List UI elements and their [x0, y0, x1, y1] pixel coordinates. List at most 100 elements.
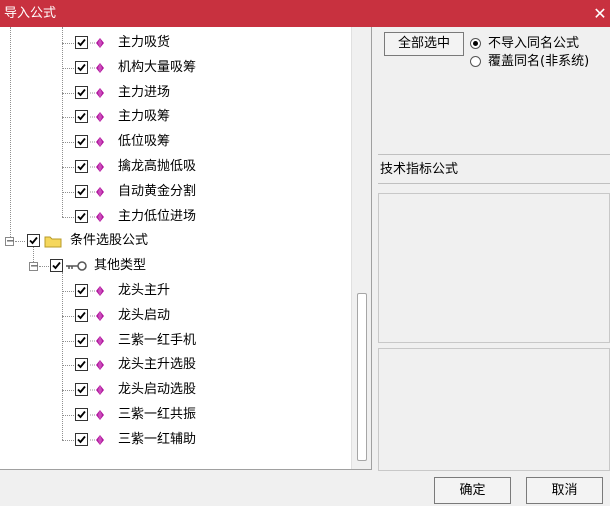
tree-item[interactable]: 低位吸筹: [0, 131, 350, 155]
checkbox[interactable]: [75, 333, 88, 347]
collapse-toggle[interactable]: −: [5, 237, 14, 247]
tree-connector: [33, 247, 34, 263]
section-label: 技术指标公式: [380, 162, 459, 177]
tree-connector: [62, 142, 74, 144]
tree-item-label: 主力吸货: [118, 35, 171, 50]
tree-item[interactable]: 主力吸货: [0, 32, 350, 56]
tree-item[interactable]: 主力进场: [0, 82, 350, 106]
checkbox[interactable]: [75, 284, 88, 297]
tree-connector: [62, 415, 74, 416]
tree-connector: [62, 272, 63, 440]
divider: [378, 183, 610, 184]
formula-icon: [90, 409, 106, 421]
window-title: 导入公式: [4, 6, 57, 21]
formula-icon: [90, 62, 106, 74]
tree-connector: [62, 315, 74, 317]
tree-item-label: 条件选股公式: [70, 233, 149, 249]
checkbox[interactable]: [75, 85, 88, 99]
tree-item[interactable]: 自动黄金分割: [0, 181, 350, 205]
tree-group[interactable]: − 条件选股公式: [0, 230, 350, 254]
tree-connector: [10, 27, 11, 242]
checkbox[interactable]: [75, 308, 88, 322]
tree-connector: [62, 43, 74, 44]
tree-item[interactable]: 机构大量吸筹: [0, 57, 350, 81]
checkbox[interactable]: [75, 135, 88, 149]
checkbox[interactable]: [75, 110, 88, 124]
checkbox[interactable]: [27, 234, 40, 248]
collapse-toggle[interactable]: −: [29, 262, 38, 272]
tree-connector: [39, 266, 49, 268]
tree-connector: [62, 390, 74, 392]
tree-item-label: 三紫一红辅助: [118, 431, 197, 447]
tree-connector: [62, 365, 74, 367]
tree-connector: [15, 241, 25, 243]
formula-icon: [90, 37, 106, 49]
checkbox[interactable]: [75, 160, 88, 173]
checkbox[interactable]: [75, 36, 88, 49]
tree-item-label: 主力吸筹: [118, 109, 171, 125]
radio-no-import-circle[interactable]: [470, 38, 481, 49]
tree-item[interactable]: 主力吸筹: [0, 106, 350, 130]
tree-item-label: 机构大量吸筹: [118, 59, 197, 75]
tree-item-label: 三紫一红手机: [118, 332, 197, 348]
tree-item-label: 龙头启动: [118, 307, 171, 323]
ok-button[interactable]: 确定: [434, 477, 511, 504]
formula-icon: [90, 285, 106, 297]
checkbox[interactable]: [75, 358, 88, 372]
tree-item[interactable]: 三紫一红共振: [0, 404, 350, 428]
tree-item-label: 龙头主升选股: [118, 357, 197, 373]
tree-item[interactable]: 擒龙高抛低吸: [0, 156, 350, 180]
formula-icon: [90, 335, 106, 347]
formula-tree: 主力吸货机构大量吸筹 主力进场主力吸筹低位吸筹擒龙高抛低吸 自动黄金分割 主力低位进场…: [0, 27, 372, 470]
tree-connector: [62, 167, 74, 168]
formula-info-box: [378, 193, 610, 343]
tree-connector: [62, 27, 63, 217]
tree-item-label: 主力进场: [118, 84, 171, 100]
tree-item[interactable]: 三紫一红辅助: [0, 429, 350, 453]
tree-item[interactable]: 龙头启动: [0, 305, 350, 329]
tree-item[interactable]: 龙头主升选股: [0, 354, 350, 378]
tree-connector: [62, 117, 74, 119]
formula-detail-box: [378, 348, 610, 471]
tree-item[interactable]: 三紫一红手机: [0, 330, 350, 354]
tree-connector: [62, 340, 74, 342]
tree-item[interactable]: 龙头启动选股: [0, 379, 350, 403]
tree-item-label: 三紫一红共振: [118, 407, 197, 422]
checkbox[interactable]: [75, 408, 88, 421]
cancel-button[interactable]: 取消: [526, 477, 603, 504]
radio-overwrite-label: 覆盖同名(非系统): [488, 54, 590, 69]
formula-icon: [90, 111, 106, 123]
tree-connector: [62, 67, 74, 69]
checkbox[interactable]: [75, 383, 88, 397]
tree-connector: [62, 92, 74, 94]
tree-item-label: 擒龙高抛低吸: [118, 159, 197, 174]
checkbox[interactable]: [75, 209, 88, 223]
checkbox[interactable]: [75, 184, 88, 198]
tree-item-label: 龙头启动选股: [118, 382, 197, 398]
formula-icon: [90, 136, 106, 148]
tree-item-label: 低位吸筹: [118, 134, 171, 150]
scrollbar-thumb[interactable]: [357, 293, 367, 461]
checkbox[interactable]: [75, 60, 88, 74]
tree-connector: [62, 439, 74, 441]
checkbox[interactable]: [75, 432, 88, 446]
formula-icon: [90, 186, 106, 198]
tree-item[interactable]: 主力低位进场: [0, 206, 350, 230]
checkbox[interactable]: [50, 259, 63, 273]
tree-item-label: 主力低位进场: [118, 208, 197, 224]
radio-overwrite-circle[interactable]: [470, 56, 481, 67]
tree-scrollbar[interactable]: [351, 27, 371, 469]
formula-icon: [90, 211, 106, 223]
formula-icon: [90, 87, 106, 99]
formula-icon: [90, 161, 106, 173]
select-all-button[interactable]: 全部选中: [384, 32, 464, 56]
tree-connector: [62, 191, 74, 193]
close-icon[interactable]: ✕: [590, 0, 610, 27]
tree-item[interactable]: 龙头主升: [0, 280, 350, 304]
tree-connector: [62, 216, 74, 218]
tree-subgroup[interactable]: − 其他类型: [0, 255, 350, 279]
tree-item-label: 龙头主升: [118, 283, 171, 298]
title-bar: 导入公式 ✕: [0, 0, 610, 27]
tree-connector: [62, 291, 74, 292]
tree-item-label: 自动黄金分割: [118, 183, 197, 199]
